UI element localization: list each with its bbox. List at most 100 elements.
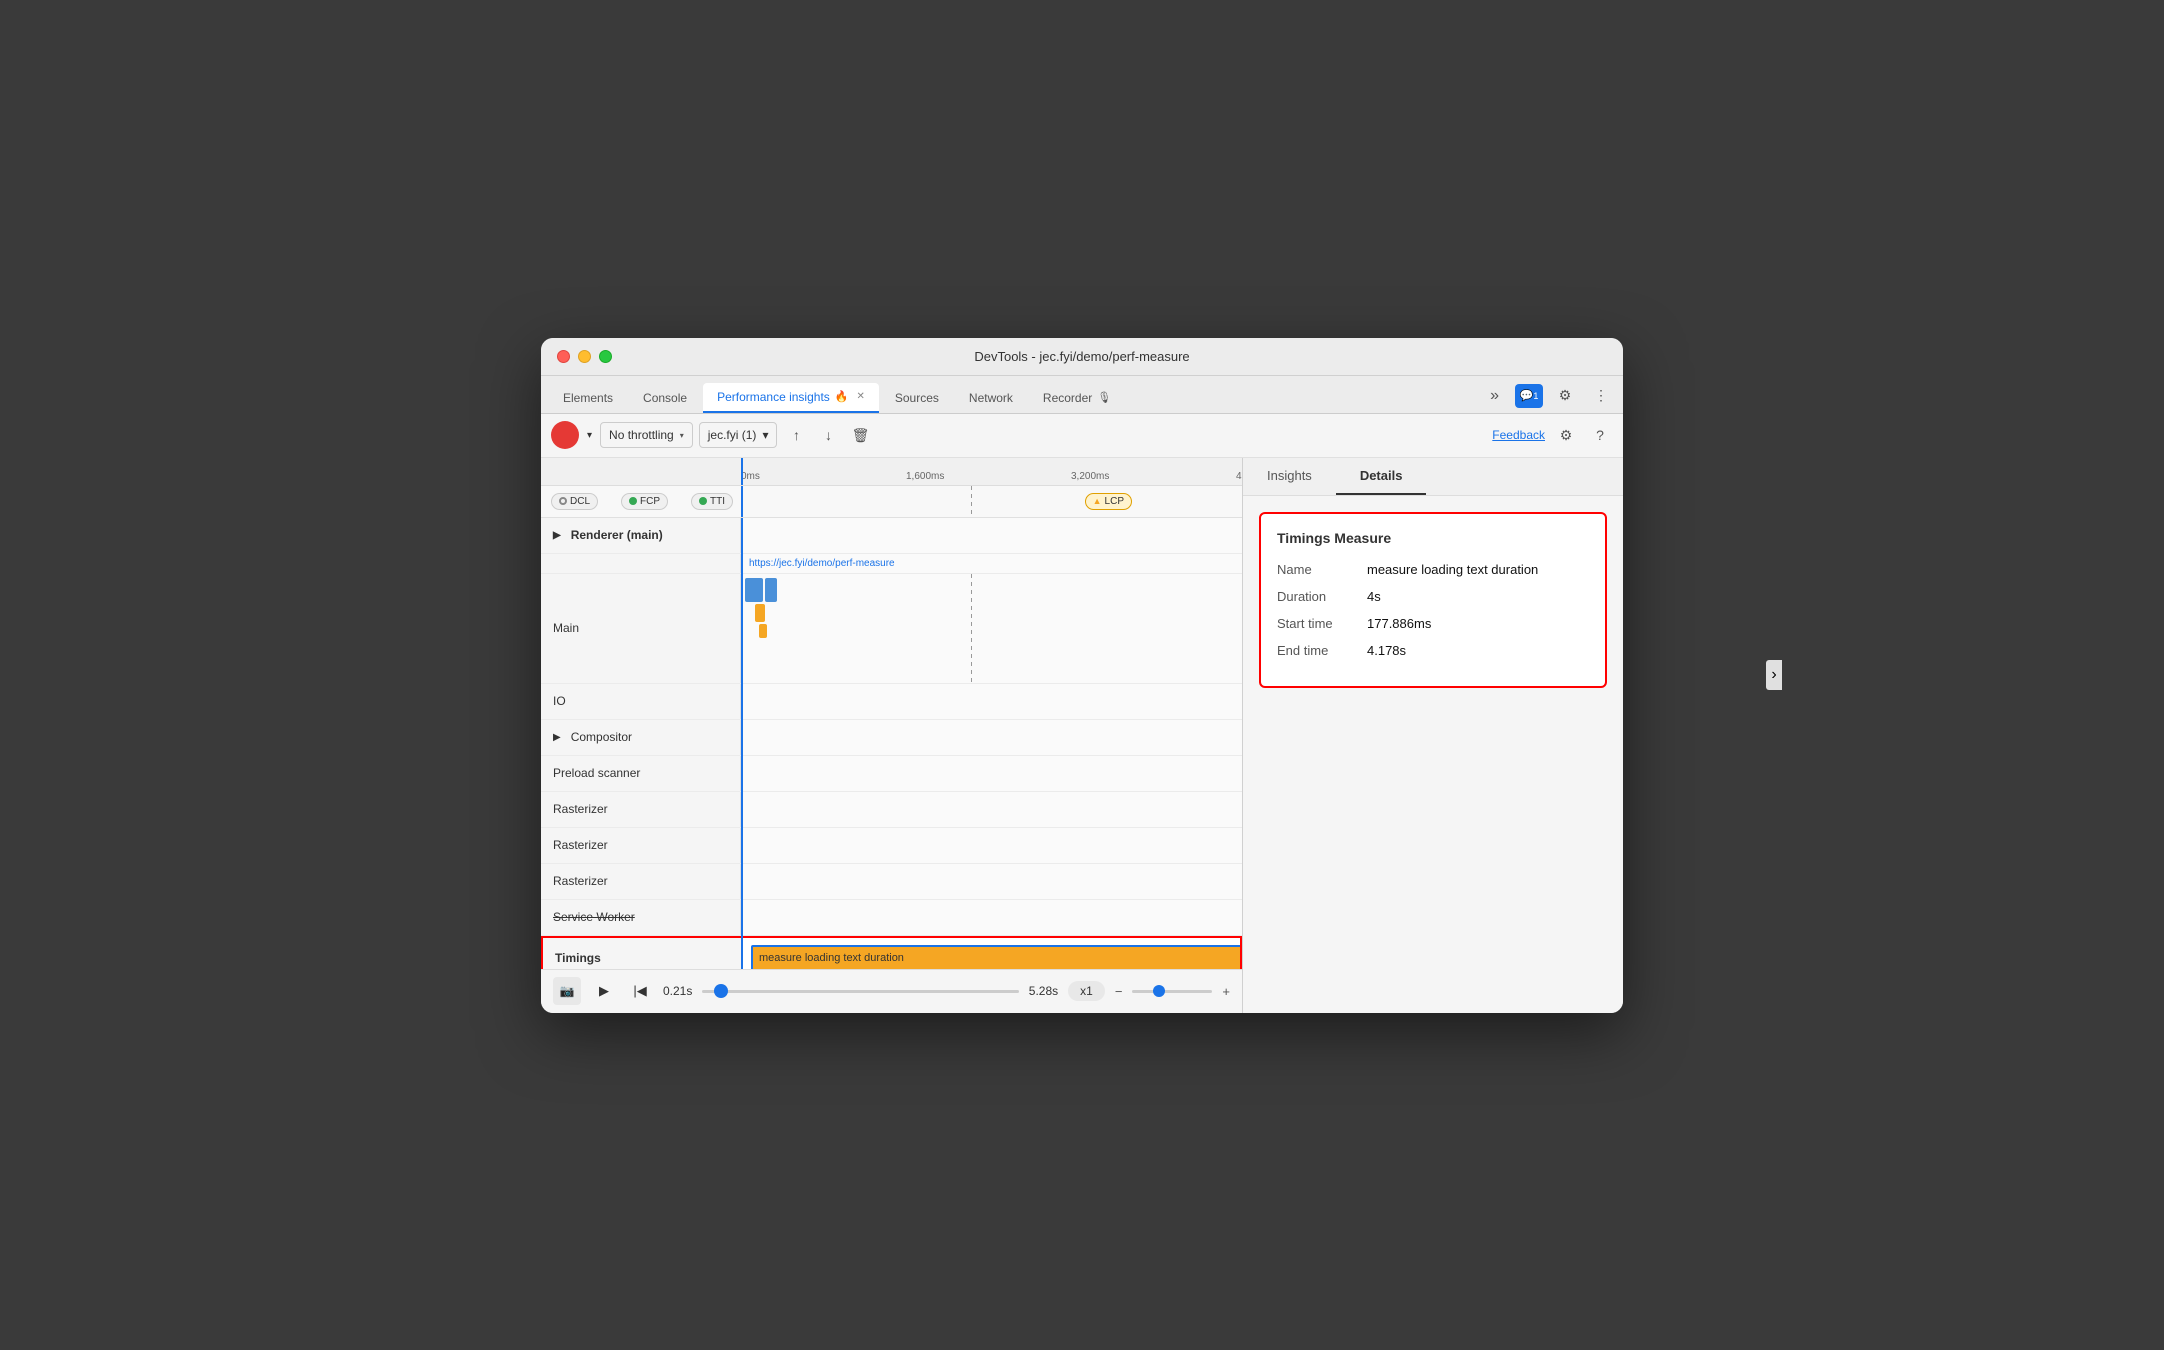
url-text: https://jec.fyi/demo/perf-measure bbox=[745, 558, 895, 569]
timing-bar[interactable]: measure loading text duration bbox=[751, 945, 1240, 969]
tab-details[interactable]: Details bbox=[1336, 458, 1427, 495]
main-area: 0ms 1,600ms 3,200ms 4,800ms DCL FCP bbox=[541, 458, 1623, 1013]
tab-console[interactable]: Console bbox=[629, 383, 701, 413]
dashed-line bbox=[971, 486, 972, 517]
raster-3-label: Rasterizer bbox=[553, 874, 608, 888]
io-label: IO bbox=[553, 694, 566, 708]
skip-back-button[interactable]: |◀ bbox=[627, 978, 653, 1004]
toolbar-left: ▾ No throttling ▾ jec.fyi (1) ▾ ↑ ↓ 🗑 bbox=[551, 421, 873, 449]
timings-row[interactable]: Timings measure loading text duration bbox=[541, 936, 1242, 969]
track-label-url bbox=[541, 554, 741, 573]
settings-toolbar-button[interactable]: ⚙ bbox=[1553, 422, 1579, 448]
url-selector[interactable]: jec.fyi (1) ▾ bbox=[699, 422, 778, 448]
toolbar-right-icons: ⚙ ? bbox=[1553, 422, 1613, 448]
tracks-area[interactable]: ▶ Renderer (main) https://jec.fyi/demo/p… bbox=[541, 518, 1242, 969]
compositor-expand[interactable]: ▶ bbox=[553, 732, 561, 743]
tab-recorder[interactable]: Recorder 🎙 bbox=[1029, 383, 1125, 413]
track-row-io: IO bbox=[541, 684, 1242, 720]
zoom-in-button[interactable]: + bbox=[1222, 984, 1230, 999]
tab-right-icons: » 💬 1 ⚙ ⋮ bbox=[1482, 383, 1615, 413]
flame-bar-1[interactable] bbox=[745, 578, 763, 602]
tab-bar: Elements Console Performance insights 🔥 … bbox=[541, 376, 1623, 414]
track-row-compositor: ▶ Compositor bbox=[541, 720, 1242, 756]
zoom-out-button[interactable]: − bbox=[1115, 984, 1123, 999]
track-content-url: https://jec.fyi/demo/perf-measure bbox=[741, 553, 1242, 573]
help-button[interactable]: ? bbox=[1587, 422, 1613, 448]
track-content-compositor bbox=[741, 720, 1242, 755]
more-tabs-button[interactable]: » bbox=[1482, 383, 1507, 409]
maximize-button[interactable] bbox=[599, 350, 612, 363]
track-row-renderer: ▶ Renderer (main) bbox=[541, 518, 1242, 554]
details-row-name: Name measure loading text duration bbox=[1277, 562, 1589, 577]
main-label: Main bbox=[553, 621, 579, 635]
tab-elements[interactable]: Elements bbox=[549, 383, 627, 413]
details-row-end-time: End time 4.178s bbox=[1277, 643, 1589, 658]
expand-icon[interactable]: ▶ bbox=[553, 530, 561, 541]
screenshot-toggle-button[interactable]: 📷 bbox=[553, 977, 581, 1005]
track-content-raster-3 bbox=[741, 864, 1242, 899]
close-button[interactable] bbox=[557, 350, 570, 363]
track-label-renderer: ▶ Renderer (main) bbox=[541, 518, 741, 553]
tti-label: TTI bbox=[710, 496, 725, 507]
lcp-warning-icon: ▲ bbox=[1093, 496, 1102, 506]
ruler-mark-1600: 1,600ms bbox=[906, 471, 944, 482]
ruler-mark-3200: 3,200ms bbox=[1071, 471, 1109, 482]
dcl-label: DCL bbox=[570, 496, 590, 507]
flame-bar-3[interactable] bbox=[759, 624, 767, 638]
raster-2-label: Rasterizer bbox=[553, 838, 608, 852]
devtools-window: DevTools - jec.fyi/demo/perf-measure Ele… bbox=[541, 338, 1623, 1013]
time-end-label: 5.28s bbox=[1029, 984, 1058, 998]
skip-icon: |◀ bbox=[633, 983, 646, 999]
track-label-raster-3: Rasterizer bbox=[541, 864, 741, 899]
details-card-title: Timings Measure bbox=[1277, 530, 1589, 546]
timeline-section: 0ms 1,600ms 3,200ms 4,800ms DCL FCP bbox=[541, 458, 1243, 1013]
track-row-url: https://jec.fyi/demo/perf-measure bbox=[541, 554, 1242, 574]
track-label-preload: Preload scanner bbox=[541, 756, 741, 791]
track-label-service-worker: Service Worker bbox=[541, 900, 741, 935]
tab-insights[interactable]: Insights bbox=[1243, 458, 1336, 495]
chat-button[interactable]: 💬 1 bbox=[1515, 384, 1543, 408]
fcp-marker: FCP bbox=[621, 493, 668, 510]
upload-button[interactable]: ↑ bbox=[783, 422, 809, 448]
flame-bar-2[interactable] bbox=[755, 604, 765, 622]
tab-performance-insights[interactable]: Performance insights 🔥 ✕ bbox=[703, 383, 879, 413]
throttling-dropdown[interactable]: No throttling ▾ bbox=[600, 422, 693, 448]
feedback-link[interactable]: Feedback bbox=[1492, 428, 1545, 442]
track-label-io: IO bbox=[541, 684, 741, 719]
markers-cursor bbox=[741, 486, 743, 517]
track-content-io bbox=[741, 684, 1242, 719]
ruler-mark-0: 0ms bbox=[741, 471, 760, 482]
details-key-duration: Duration bbox=[1277, 589, 1367, 604]
preload-label: Preload scanner bbox=[553, 766, 640, 780]
delete-button[interactable]: 🗑 bbox=[847, 422, 873, 448]
right-panel-content: Timings Measure Name measure loading tex… bbox=[1243, 496, 1623, 1013]
zoom-slider[interactable] bbox=[1132, 990, 1212, 993]
tab-sources[interactable]: Sources bbox=[881, 383, 953, 413]
tab-close-icon[interactable]: ✕ bbox=[856, 391, 864, 402]
flame-bar-4[interactable] bbox=[765, 578, 777, 602]
tab-network[interactable]: Network bbox=[955, 383, 1027, 413]
url-label: jec.fyi (1) bbox=[708, 428, 757, 442]
delete-icon: 🗑 bbox=[852, 427, 870, 444]
record-button[interactable] bbox=[551, 421, 579, 449]
settings-tab-button[interactable]: ⚙ bbox=[1551, 384, 1579, 408]
tti-marker: TTI bbox=[691, 493, 733, 510]
playhead-slider[interactable] bbox=[702, 990, 1018, 993]
main-dashed bbox=[971, 574, 972, 683]
fcp-label: FCP bbox=[640, 496, 660, 507]
track-content-preload bbox=[741, 756, 1242, 791]
raster-1-label: Rasterizer bbox=[553, 802, 608, 816]
details-key-start-time: Start time bbox=[1277, 616, 1367, 631]
minimize-button[interactable] bbox=[578, 350, 591, 363]
timings-content[interactable]: measure loading text duration bbox=[743, 938, 1240, 969]
menu-tab-button[interactable]: ⋮ bbox=[1587, 384, 1615, 408]
details-row-start-time: Start time 177.886ms bbox=[1277, 616, 1589, 631]
play-icon: ▶ bbox=[599, 983, 609, 999]
download-button[interactable]: ↓ bbox=[815, 422, 841, 448]
recorder-icon: 🎙 bbox=[1097, 391, 1111, 404]
play-button[interactable]: ▶ bbox=[591, 978, 617, 1004]
details-value-end-time: 4.178s bbox=[1367, 643, 1589, 658]
track-row-service-worker: Service Worker bbox=[541, 900, 1242, 936]
toolbar-actions: ↑ ↓ 🗑 bbox=[783, 422, 873, 448]
record-dropdown-arrow[interactable]: ▾ bbox=[585, 428, 594, 443]
